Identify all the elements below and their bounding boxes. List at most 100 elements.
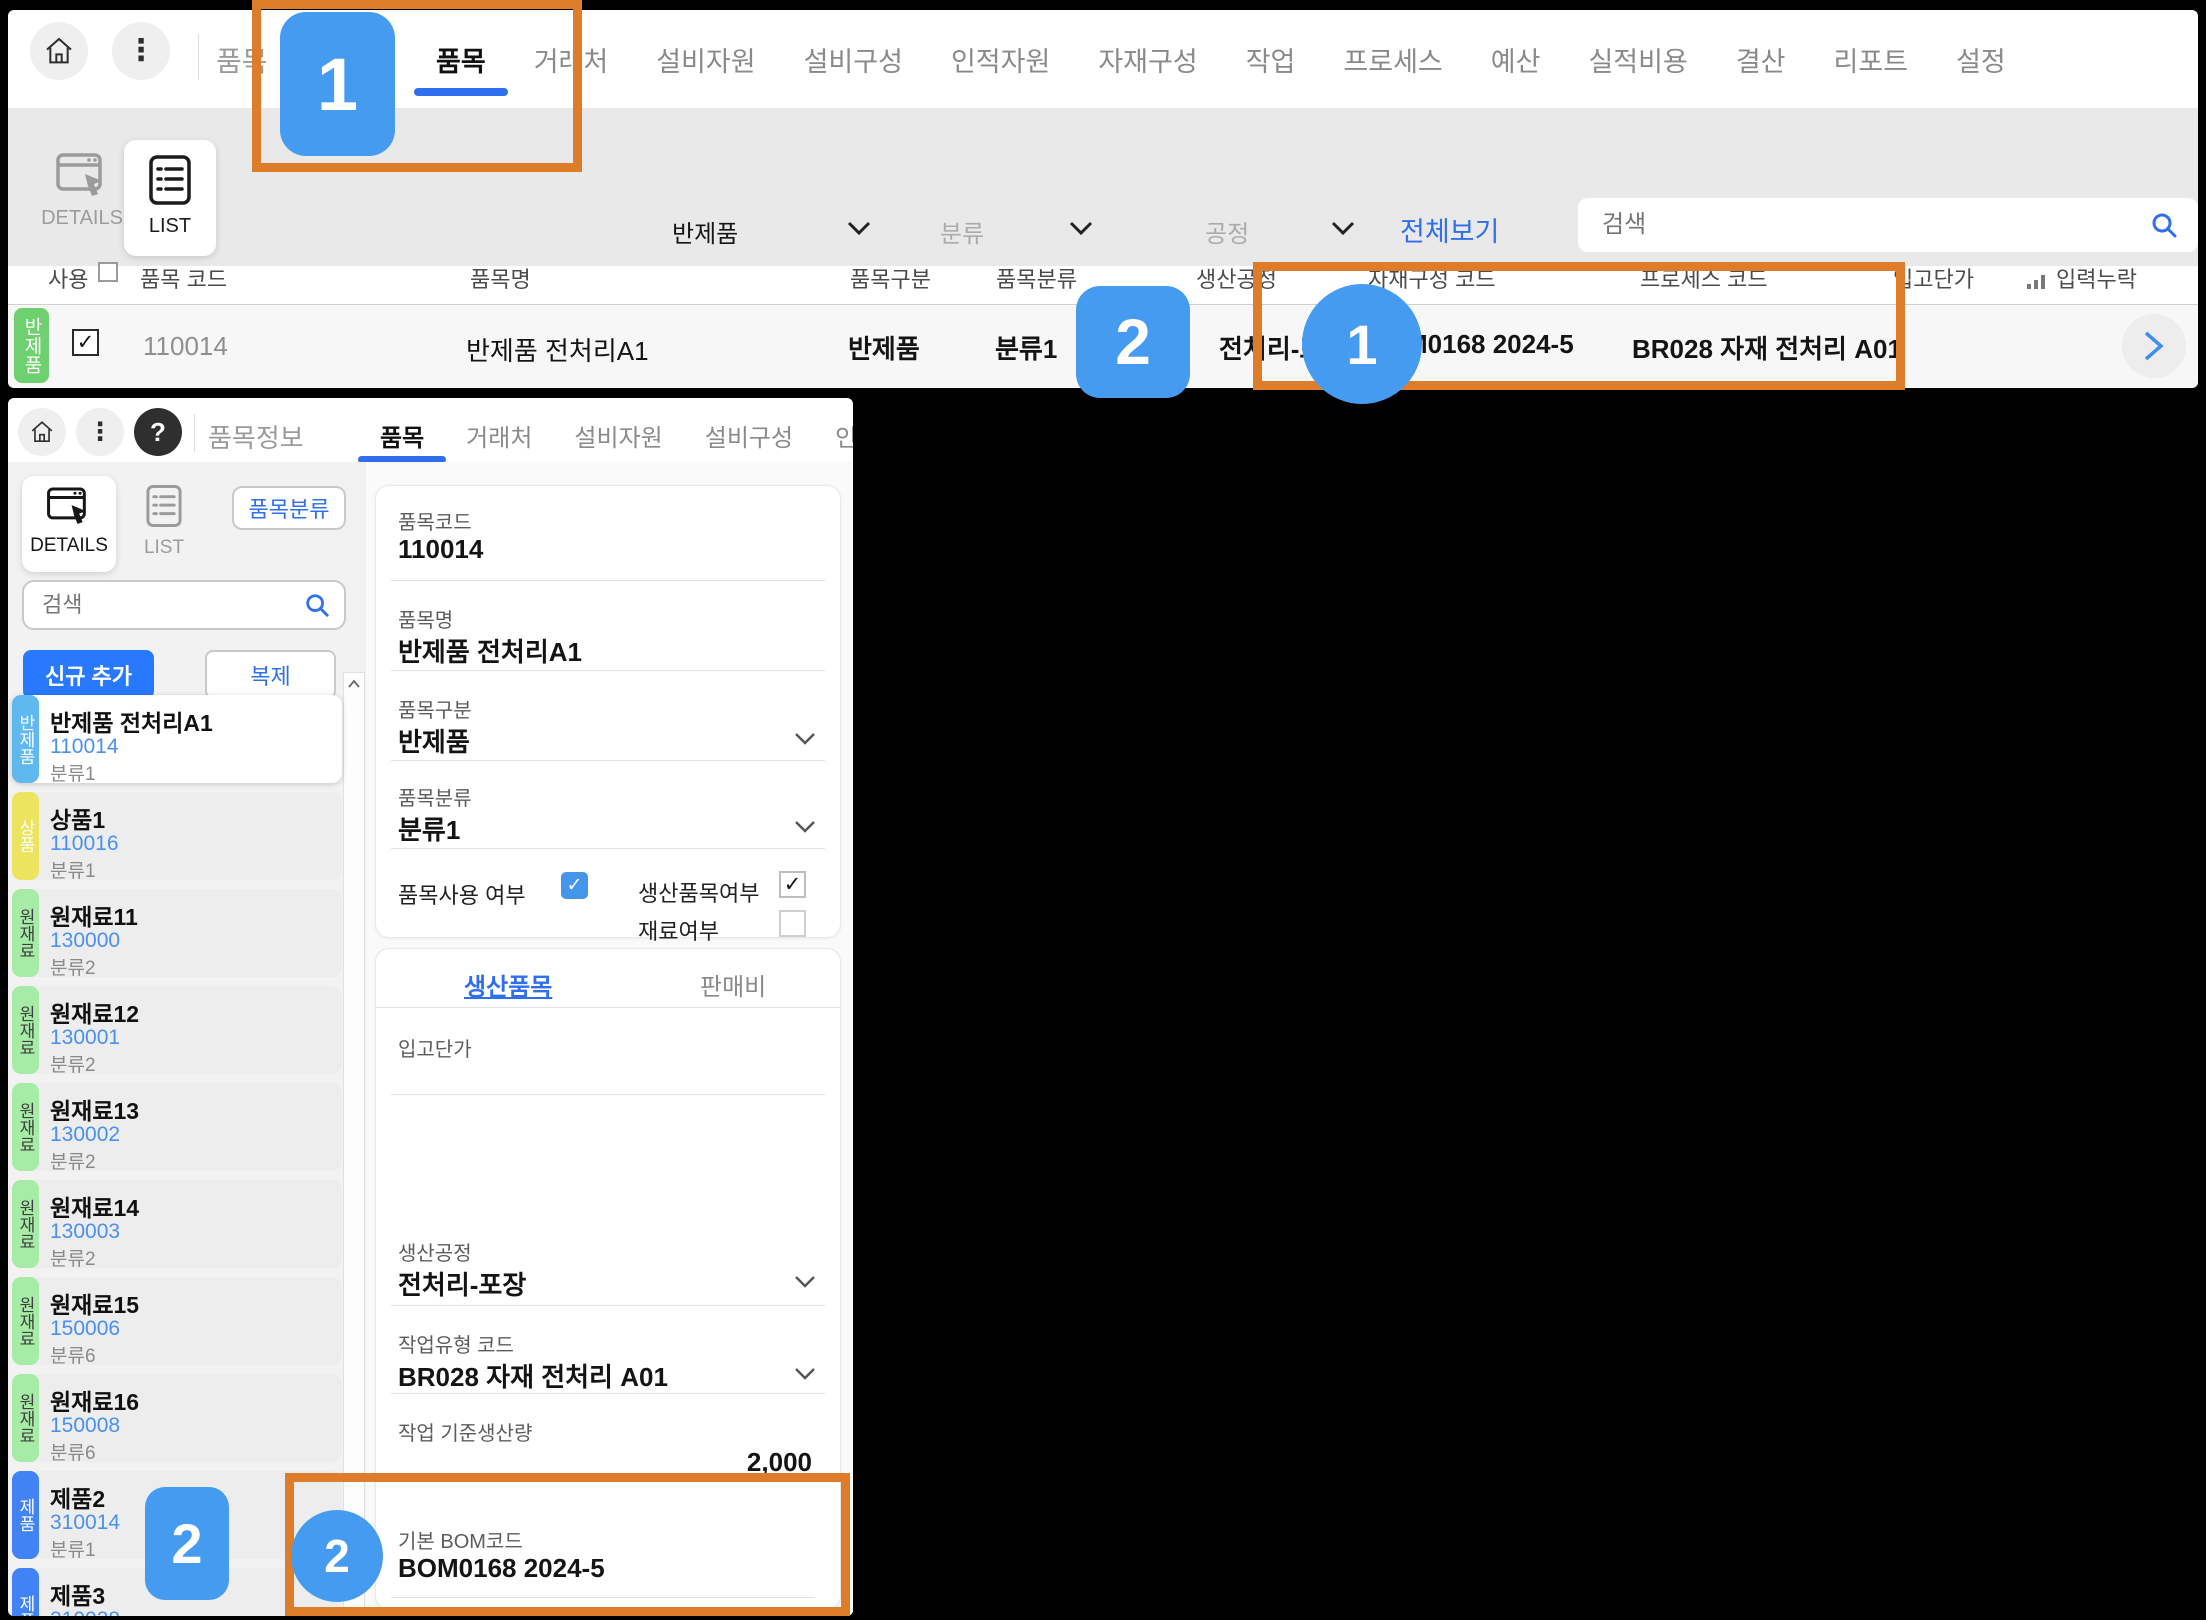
details-icon <box>56 153 102 196</box>
row-code: 110014 <box>143 331 228 361</box>
nav-tab[interactable]: 설정 <box>1956 40 2006 79</box>
list-item[interactable]: 원재료 원재료13 130002 분류2 <box>12 1083 342 1173</box>
item-type-tag: 제품 <box>12 1471 39 1559</box>
nav-tab[interactable]: 실적비용 <box>1588 40 1687 79</box>
home-button[interactable] <box>30 22 88 80</box>
col-header-name[interactable]: 품목명 <box>470 262 531 294</box>
search-input[interactable] <box>1578 211 2150 239</box>
list-item[interactable]: 원재료 원재료15 150006 분류6 <box>12 1277 342 1367</box>
divider <box>376 1007 840 1008</box>
search-icon[interactable] <box>304 592 330 618</box>
row-open-button[interactable] <box>2122 314 2186 378</box>
nav-tab[interactable]: 설비자원 <box>656 40 755 79</box>
scroll-up-icon[interactable] <box>347 679 361 689</box>
home-button[interactable] <box>18 408 66 456</box>
item-type-select[interactable]: 반제품 <box>398 722 470 759</box>
nav-tab[interactable]: 작업 <box>1246 40 1296 79</box>
list-view-button[interactable]: LIST <box>126 484 202 559</box>
item-category: 분류1 <box>50 1540 96 1561</box>
item-code-value[interactable]: 110014 <box>398 534 483 565</box>
col-header-use[interactable]: 사용 <box>48 262 88 294</box>
chevron-down-icon[interactable] <box>1068 220 1094 236</box>
material-flag-checkbox[interactable] <box>779 910 806 937</box>
list-view-button[interactable]: LIST <box>124 140 216 256</box>
divider <box>391 760 825 761</box>
help-button[interactable]: ? <box>134 408 182 456</box>
menu-button[interactable]: ⋮ <box>112 22 170 80</box>
sidebar-search-bar[interactable] <box>22 580 346 630</box>
chevron-down-icon[interactable] <box>794 1367 816 1380</box>
list-item[interactable]: 원재료 원재료11 130000 분류2 <box>12 889 342 979</box>
nav-tab[interactable]: 리포트 <box>1834 40 1909 79</box>
details-view-button[interactable]: DETAILS <box>38 152 126 230</box>
search-icon[interactable] <box>2150 211 2178 239</box>
select-all-checkbox[interactable] <box>98 262 118 282</box>
list-item[interactable]: 반제품 반제품 전처리A1 110014 분류1 <box>12 695 342 785</box>
item-category-button[interactable]: 품목분류 <box>232 486 346 530</box>
nav-tab[interactable]: 설비구성 <box>804 40 903 79</box>
nav-tab[interactable]: 품목 <box>357 418 447 463</box>
item-category: 분류1 <box>50 861 96 882</box>
nav-tab[interactable]: 프로세스 <box>1343 40 1442 79</box>
use-flag-checkbox[interactable] <box>561 872 588 899</box>
divider <box>391 1393 825 1394</box>
item-category: 분류2 <box>50 1055 96 1076</box>
chevron-down-icon[interactable] <box>846 220 872 236</box>
chevron-down-icon[interactable] <box>1330 220 1356 236</box>
row-use-checkbox[interactable] <box>72 329 99 356</box>
col-header-category[interactable]: 품목분류 <box>996 262 1077 294</box>
production-flag-checkbox[interactable] <box>779 871 806 898</box>
sidebar-search-input[interactable] <box>24 592 304 618</box>
filter-item-type[interactable]: 반제품 <box>672 214 738 249</box>
chevron-down-icon[interactable] <box>794 1275 816 1288</box>
field-label: 품목구분 <box>398 700 472 722</box>
nav-tab[interactable]: 결산 <box>1736 40 1786 79</box>
col-header-unit-price[interactable]: 입고단가 <box>1893 262 1974 294</box>
item-name-value[interactable]: 반제품 전처리A1 <box>398 632 582 669</box>
work-type-select[interactable]: BR028 자재 전처리 A01 <box>398 1357 668 1394</box>
col-header-type[interactable]: 품목구분 <box>850 262 931 294</box>
page-title: 품목정보 <box>208 423 304 453</box>
item-category-select[interactable]: 분류1 <box>398 810 460 847</box>
list-item[interactable]: 상품 상품1 110016 분류1 <box>12 792 342 882</box>
use-flag-label: 품목사용 여부 <box>398 883 526 908</box>
details-view-button[interactable]: DETAILS <box>22 476 116 572</box>
row-type-tag: 반제품 <box>14 308 49 383</box>
list-item[interactable]: 원재료 원재료12 130001 분류2 <box>12 986 342 1076</box>
item-code: 150008 <box>50 1414 121 1437</box>
field-label: 생산공정 <box>398 1243 472 1265</box>
view-all-link[interactable]: 전체보기 <box>1400 210 1499 249</box>
nav-tab[interactable]: 자재구성 <box>1098 40 1197 79</box>
field-label: 품목분류 <box>398 788 472 810</box>
item-name: 상품1 <box>50 807 106 833</box>
field-label: 입고단가 <box>398 1039 472 1061</box>
home-icon <box>46 37 72 64</box>
menu-button[interactable]: ⋮ <box>76 408 124 456</box>
item-type-tag: 원재료 <box>12 1083 39 1171</box>
item-category: 분류2 <box>50 1152 96 1173</box>
duplicate-button[interactable]: 복제 <box>205 650 336 699</box>
divider <box>391 848 825 849</box>
nav-tab[interactable]: 인적자원 <box>835 418 853 453</box>
list-icon <box>146 485 182 527</box>
nav-tab[interactable]: 설비자원 <box>574 418 662 453</box>
filter-category[interactable]: 분류 <box>940 214 984 249</box>
nav-tab[interactable]: 예산 <box>1491 40 1541 79</box>
nav-tab[interactable]: 거래처 <box>466 418 532 453</box>
chevron-down-icon[interactable] <box>794 732 816 745</box>
tab-sales-cost[interactable]: 판매비 <box>700 967 766 1002</box>
nav-tab[interactable]: 인적자원 <box>951 40 1050 79</box>
filter-process[interactable]: 공정 <box>1205 214 1249 249</box>
add-new-button[interactable]: 신규 추가 <box>23 650 154 699</box>
nav-tab[interactable]: 설비구성 <box>705 418 793 453</box>
field-label: 작업유형 코드 <box>398 1335 514 1357</box>
process-select[interactable]: 전처리-포장 <box>398 1265 526 1302</box>
tab-production-item[interactable]: 생산품목 <box>464 967 552 1002</box>
item-type-tag: 반제품 <box>12 695 39 783</box>
chevron-down-icon[interactable] <box>794 820 816 833</box>
col-header-code[interactable]: 품목 코드 <box>140 262 227 294</box>
search-bar[interactable] <box>1578 198 2198 252</box>
col-header-missing[interactable]: 입력누락 <box>2056 262 2137 294</box>
list-item[interactable]: 원재료 원재료14 130003 분류2 <box>12 1180 342 1270</box>
list-item[interactable]: 원재료 원재료16 150008 분류6 <box>12 1374 342 1464</box>
